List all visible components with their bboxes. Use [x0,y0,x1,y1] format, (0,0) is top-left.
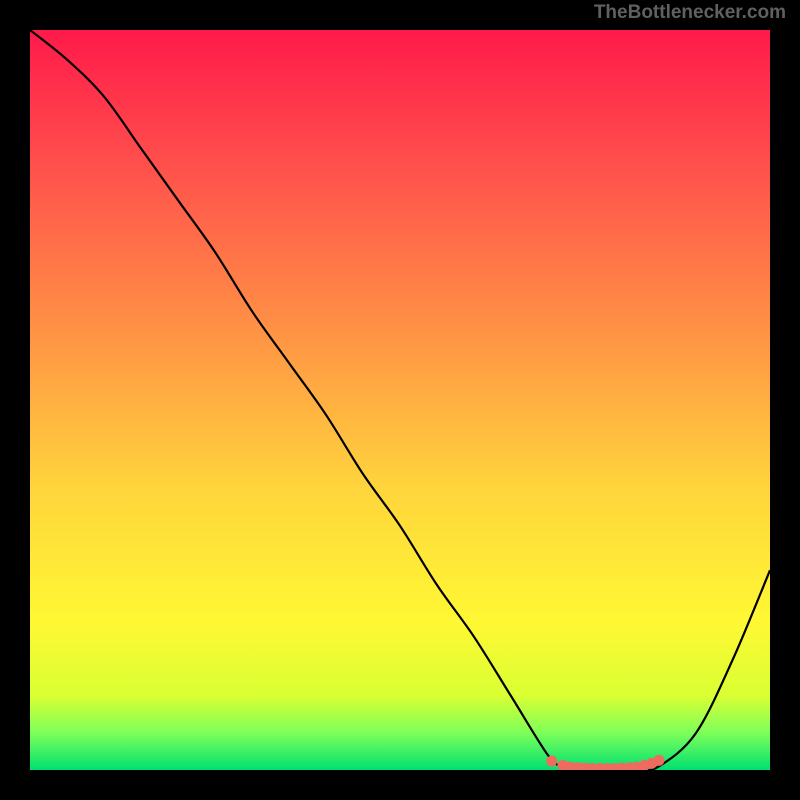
chart-container: TheBottlenecker.com [0,0,800,800]
watermark-text: TheBottlenecker.com [594,2,786,24]
marker-dot [654,755,665,766]
curve-layer [30,30,770,770]
optimal-range-markers [546,755,664,770]
marker-dot [546,756,557,767]
plot-area [30,30,770,770]
bottleneck-curve [30,30,770,770]
